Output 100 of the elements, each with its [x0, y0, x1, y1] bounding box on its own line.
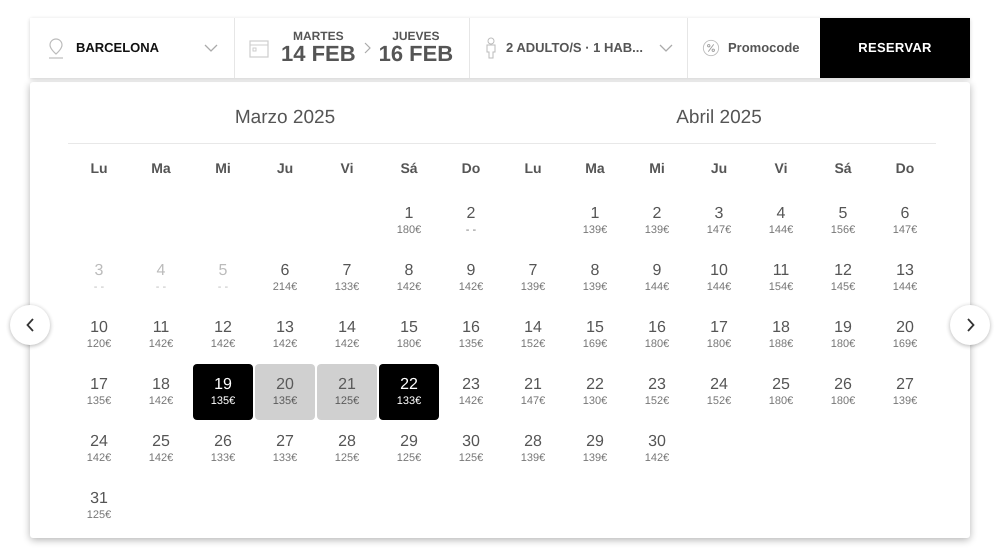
calendar-day[interactable]: 31 125€	[69, 478, 129, 534]
calendar-day[interactable]: 7 133€	[317, 250, 377, 306]
calendar-day[interactable]: 18 188€	[751, 307, 811, 363]
date-selector[interactable]: MARTES 14 FEB JUEVES 16 FEB	[235, 18, 470, 78]
day-number: 31	[90, 489, 108, 508]
day-number: 6	[900, 204, 910, 224]
calendar-day[interactable]: 2 - -	[441, 193, 501, 249]
calendar-day[interactable]: 19 180€	[813, 307, 873, 363]
calendar-day[interactable]: 12 145€	[813, 250, 873, 306]
day-price: 154€	[768, 280, 794, 295]
calendar-day[interactable]: 16 180€	[627, 307, 687, 363]
calendar-day[interactable]: 30 142€	[627, 421, 687, 477]
day-number: 12	[834, 261, 852, 280]
checkin-date: 14 FEB	[281, 42, 356, 66]
day-price: 142€	[148, 451, 174, 466]
day-number: 17	[90, 375, 108, 394]
calendar-day[interactable]: 20 169€	[875, 307, 935, 363]
month-title: Marzo 2025	[68, 82, 502, 144]
book-button[interactable]: RESERVAR	[820, 18, 970, 78]
promocode-field[interactable]: Promocode	[728, 38, 808, 58]
day-price: 133€	[210, 451, 236, 466]
calendar-day[interactable]: 13 144€	[875, 250, 935, 306]
calendar-day[interactable]: 6 147€	[875, 193, 935, 249]
day-price: 144€	[768, 223, 794, 238]
chevron-right-icon	[966, 318, 974, 332]
day-price: 144€	[706, 280, 732, 295]
calendar-day[interactable]: 6 214€	[255, 250, 315, 306]
calendar-day[interactable]: 19 135€	[193, 364, 253, 420]
calendar-day[interactable]: 23 142€	[441, 364, 501, 420]
calendar-day[interactable]: 2 139€	[627, 193, 687, 249]
previous-month-button[interactable]	[10, 305, 50, 345]
calendar-day[interactable]: 28 125€	[317, 421, 377, 477]
guests-selector[interactable]: 2 ADULTO/S · 1 HAB...	[470, 18, 688, 78]
day-price: 145€	[830, 280, 856, 295]
day-number: 10	[90, 318, 108, 338]
weekday-label: Ma	[584, 158, 606, 178]
calendar-day[interactable]: 20 135€	[255, 364, 315, 420]
calendar-day[interactable]: 25 142€	[131, 421, 191, 477]
calendar-day[interactable]: 22 130€	[565, 364, 625, 420]
day-number: 8	[404, 261, 414, 280]
day-price: 120€	[86, 337, 112, 352]
day-number: 5	[838, 204, 848, 224]
calendar-icon	[249, 38, 269, 58]
day-number: 30	[648, 432, 666, 452]
calendar-day[interactable]: 27 133€	[255, 421, 315, 477]
calendar-day[interactable]: 1 180€	[379, 193, 439, 249]
calendar-day[interactable]: 5 156€	[813, 193, 873, 249]
calendar-day[interactable]: 21 125€	[317, 364, 377, 420]
day-price: 144€	[644, 280, 670, 295]
calendar-day[interactable]: 1 139€	[565, 193, 625, 249]
day-number: 2	[652, 204, 662, 224]
calendar-day[interactable]: 12 142€	[193, 307, 253, 363]
calendar-day[interactable]: 15 169€	[565, 307, 625, 363]
calendar-day[interactable]: 9 142€	[441, 250, 501, 306]
calendar-day[interactable]: 17 135€	[69, 364, 129, 420]
day-number: 13	[896, 261, 914, 280]
day-number: 21	[338, 375, 356, 394]
calendar-day[interactable]: 15 180€	[379, 307, 439, 363]
calendar-day[interactable]: 17 180€	[689, 307, 749, 363]
calendar-day[interactable]: 14 152€	[503, 307, 563, 363]
calendar-day[interactable]: 26 180€	[813, 364, 873, 420]
day-number: 1	[590, 204, 600, 224]
calendar-day[interactable]: 29 125€	[379, 421, 439, 477]
calendar-day[interactable]: 10 120€	[69, 307, 129, 363]
weekday-label: Vi	[774, 158, 788, 178]
location-text: BARCELONA	[76, 39, 160, 58]
calendar-day[interactable]: 18 142€	[131, 364, 191, 420]
calendar-day[interactable]: 9 144€	[627, 250, 687, 306]
calendar-day[interactable]: 10 144€	[689, 250, 749, 306]
calendar-day[interactable]: 23 152€	[627, 364, 687, 420]
calendar-day[interactable]: 11 154€	[751, 250, 811, 306]
calendar-day[interactable]: 24 152€	[689, 364, 749, 420]
calendar-day[interactable]: 8 139€	[565, 250, 625, 306]
next-month-button[interactable]	[950, 305, 990, 345]
calendar-day[interactable]: 11 142€	[131, 307, 191, 363]
calendar-day[interactable]: 13 142€	[255, 307, 315, 363]
calendar-day[interactable]: 8 142€	[379, 250, 439, 306]
weekday-label: Ma	[150, 158, 172, 178]
day-number: 30	[462, 432, 480, 452]
calendar-day[interactable]: 3 147€	[689, 193, 749, 249]
calendar-day[interactable]: 29 139€	[565, 421, 625, 477]
day-number: 26	[214, 432, 232, 452]
calendar-day[interactable]: 26 133€	[193, 421, 253, 477]
weekday-label: Ju	[276, 158, 294, 178]
calendar-day[interactable]: 25 180€	[751, 364, 811, 420]
calendar-day[interactable]: 7 139€	[503, 250, 563, 306]
calendar-day[interactable]: 21 147€	[503, 364, 563, 420]
calendar-day[interactable]: 4 144€	[751, 193, 811, 249]
calendar-day[interactable]: 27 139€	[875, 364, 935, 420]
calendar-day[interactable]: 24 142€	[69, 421, 129, 477]
location-selector[interactable]: BARCELONA	[30, 18, 235, 78]
calendar-day[interactable]: 30 125€	[441, 421, 501, 477]
day-price: 135€	[272, 394, 298, 409]
calendar-day[interactable]: 16 135€	[441, 307, 501, 363]
calendar-day[interactable]: 14 142€	[317, 307, 377, 363]
day-price: 180€	[830, 394, 856, 409]
day-price: 144€	[892, 280, 918, 295]
calendar-day[interactable]: 22 133€	[379, 364, 439, 420]
person-icon	[484, 37, 498, 59]
calendar-day[interactable]: 28 139€	[503, 421, 563, 477]
